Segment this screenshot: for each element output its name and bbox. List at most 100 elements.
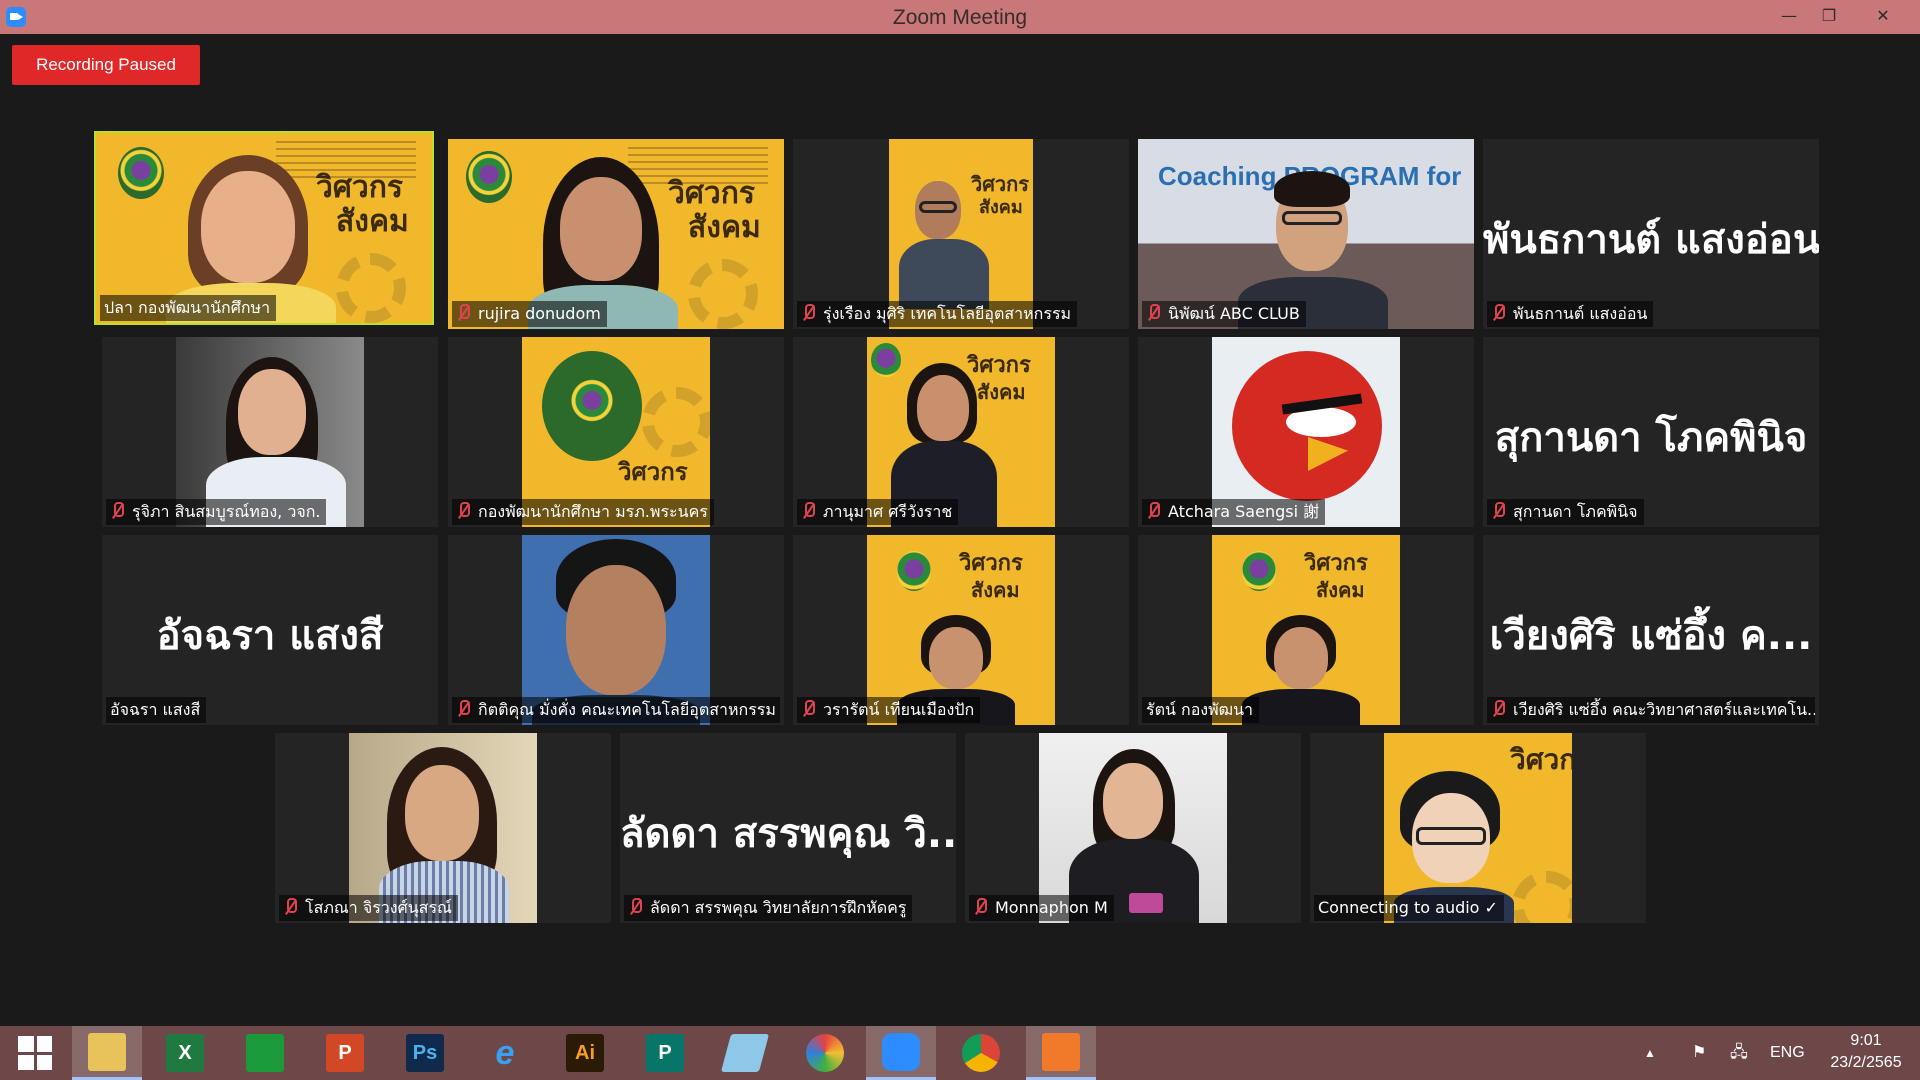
participant-big-name: ลัดดา สรรพคุณ วิ...	[620, 811, 956, 857]
muted-mic-icon	[973, 898, 987, 916]
powerpoint-icon: P	[326, 1034, 364, 1072]
participant-tile[interactable]: ลัดดา สรรพคุณ วิ... ลัดดา สรรพคุณ วิทยาล…	[620, 733, 956, 923]
taskbar-excel[interactable]: X	[150, 1026, 220, 1080]
university-emblem-icon	[466, 151, 512, 203]
muted-mic-icon	[456, 700, 470, 718]
participant-tile[interactable]: รุจิภา สินสมบูรณ์ทอง, วจก.	[102, 337, 438, 527]
participant-tile[interactable]: อัจฉรา แสงสี อัจฉรา แสงสี	[102, 535, 438, 725]
muted-mic-icon	[456, 304, 470, 322]
clock-date: 23/2/2565	[1830, 1054, 1902, 1071]
participant-name: rujira donudom	[452, 301, 607, 327]
participant-tile[interactable]: วิศวกร สังคม วรารัตน์ เทียนเมืองปัก	[793, 535, 1129, 725]
participant-name: กองพัฒนานักศึกษา มรภ.พระนคร	[452, 499, 714, 525]
taskbar-photoscape[interactable]	[790, 1026, 860, 1080]
store-icon	[246, 1034, 284, 1072]
show-hidden-icons-button[interactable]: ▲	[1644, 1026, 1656, 1080]
taskbar-notepad[interactable]	[710, 1026, 780, 1080]
participant-big-name: สุกานดา โภคพินิจ	[1494, 415, 1808, 461]
participant-name: ลัดดา สรรพคุณ วิทยาลัยการฝึกหัดครู	[624, 895, 913, 921]
participant-face	[238, 369, 306, 455]
university-emblem-icon	[1242, 551, 1276, 591]
folder-icon	[88, 1032, 126, 1071]
start-button[interactable]	[0, 1026, 70, 1080]
action-center-flag-icon[interactable]: ⚑	[1692, 1026, 1706, 1080]
taskbar-internet-explorer[interactable]: e	[470, 1026, 540, 1080]
participant-tile[interactable]: Monnaphon M	[965, 733, 1301, 923]
glasses-icon	[1416, 827, 1486, 845]
zoom-meeting-window: Zoom Meeting — ❐ ✕ Recording Paused วิศว…	[0, 0, 1920, 1080]
participant-name: Atchara Saengsi 謝	[1142, 499, 1326, 525]
participant-tile[interactable]: วิศวกร สังคม rujira donudom	[448, 139, 784, 329]
participant-tile[interactable]: วิศวกร Connecting to audio ✓	[1310, 733, 1646, 923]
muted-mic-icon	[283, 898, 297, 916]
muted-mic-icon	[1491, 304, 1505, 322]
gear-icon	[688, 259, 758, 329]
university-emblem-icon	[871, 343, 901, 377]
participant-face	[917, 375, 969, 441]
participant-face	[929, 627, 983, 689]
language-indicator[interactable]: ENG	[1770, 1026, 1805, 1080]
participant-name: โสภณา จิรวงศ์นุสรณ์	[279, 895, 458, 921]
taskbar-zoom[interactable]	[866, 1026, 936, 1080]
photoscape-icon	[806, 1034, 844, 1072]
glasses-icon	[1282, 211, 1342, 225]
participant-big-name: อัจฉรา แสงสี	[156, 613, 384, 659]
muted-mic-icon	[110, 502, 124, 520]
participant-tile[interactable]: พันธกานต์ แสงอ่อน พันธกานต์ แสงอ่อน	[1483, 139, 1819, 329]
muted-mic-icon	[801, 304, 815, 322]
participant-name: ภานุมาศ ศรีวังราช	[797, 499, 959, 525]
participant-tile[interactable]: Coaching PROGRAM for นิพัฒน์ ABC CLUB	[1138, 139, 1474, 329]
participant-name: รุ่งเรือง มุศิริ เทคโนโลยีอุตสาหกรรม	[797, 301, 1078, 327]
title-bar: Zoom Meeting — ❐ ✕	[0, 0, 1920, 34]
taskbar-chrome[interactable]	[946, 1026, 1016, 1080]
university-emblem-icon	[897, 551, 931, 591]
participant-tile[interactable]: Atchara Saengsi 謝	[1138, 337, 1474, 527]
participant-tile[interactable]: เวียงศิริ แซ่อึ้ง ค... เวียงศิริ แซ่อึ้ง…	[1483, 535, 1819, 725]
participant-name: อัจฉรา แสงสี	[106, 697, 207, 723]
participant-tile[interactable]: โสภณา จิรวงศ์นุสรณ์	[275, 733, 611, 923]
participant-tile[interactable]: วิศวกร สังคม ภานุมาศ ศรีวังราช	[793, 337, 1129, 527]
taskbar-illustrator[interactable]: Ai	[550, 1026, 620, 1080]
participant-face	[1103, 763, 1163, 839]
gear-icon	[642, 387, 710, 457]
participant-name: Connecting to audio ✓	[1314, 895, 1504, 921]
system-clock[interactable]: 9:01 23/2/2565	[1818, 1030, 1914, 1074]
participant-tile[interactable]: วิศวกร สังคม รุ่งเรือง มุศิริ เทคโนโลยีอ…	[793, 139, 1129, 329]
participant-face	[405, 765, 479, 861]
participant-face	[566, 565, 666, 695]
muted-mic-icon	[1146, 304, 1160, 322]
participant-name: พันธกานต์ แสงอ่อน	[1487, 301, 1654, 327]
participant-name: วรารัตน์ เทียนเมืองปัก	[797, 697, 981, 723]
participant-big-name: เวียงศิริ แซ่อึ้ง ค...	[1489, 613, 1813, 659]
participant-tile[interactable]: วิศวกร สังคม ปลา กองพัฒนานักศึกษา	[94, 131, 434, 325]
gear-icon	[336, 253, 406, 323]
close-button[interactable]: ✕	[1856, 0, 1910, 34]
muted-mic-icon	[1491, 502, 1505, 520]
network-icon[interactable]: 🖧	[1730, 1026, 1748, 1080]
restore-button[interactable]: ❐	[1802, 0, 1856, 34]
university-emblem-icon	[542, 351, 642, 461]
photoshop-icon: Ps	[406, 1034, 444, 1072]
taskbar-file-explorer[interactable]	[72, 1026, 142, 1080]
recording-paused-badge[interactable]: Recording Paused	[12, 45, 200, 85]
participant-face	[201, 171, 295, 283]
taskbar-powerpoint[interactable]: P	[310, 1026, 380, 1080]
chrome-icon	[962, 1034, 1000, 1072]
glasses-icon	[919, 201, 957, 213]
participant-tile[interactable]: วิศวกร สังคม รัตน์ กองพัฒนา	[1138, 535, 1474, 725]
participant-name: รุจิภา สินสมบูรณ์ทอง, วจก.	[106, 499, 327, 525]
taskbar-store[interactable]	[230, 1026, 300, 1080]
clock-time: 9:01	[1850, 1032, 1882, 1049]
participant-tile[interactable]: สุกานดา โภคพินิจ สุกานดา โภคพินิจ	[1483, 337, 1819, 527]
gear-icon	[1512, 871, 1572, 923]
muted-mic-icon	[1146, 502, 1160, 520]
participant-name: รัตน์ กองพัฒนา	[1142, 697, 1260, 723]
taskbar-app[interactable]	[1026, 1026, 1096, 1080]
taskbar-photoshop[interactable]: Ps	[390, 1026, 460, 1080]
participant-face	[1274, 627, 1328, 689]
participant-tile[interactable]: วิศวกร กองพัฒนานักศึกษา มรภ.พระนคร	[448, 337, 784, 527]
taskbar-publisher[interactable]: P	[630, 1026, 700, 1080]
participant-tile[interactable]: กิตติคุณ มั่งคั่ง คณะเทคโนโลยีอุตสาหกรรม	[448, 535, 784, 725]
participant-name: Monnaphon M	[969, 895, 1114, 921]
phone-icon	[1129, 893, 1163, 913]
